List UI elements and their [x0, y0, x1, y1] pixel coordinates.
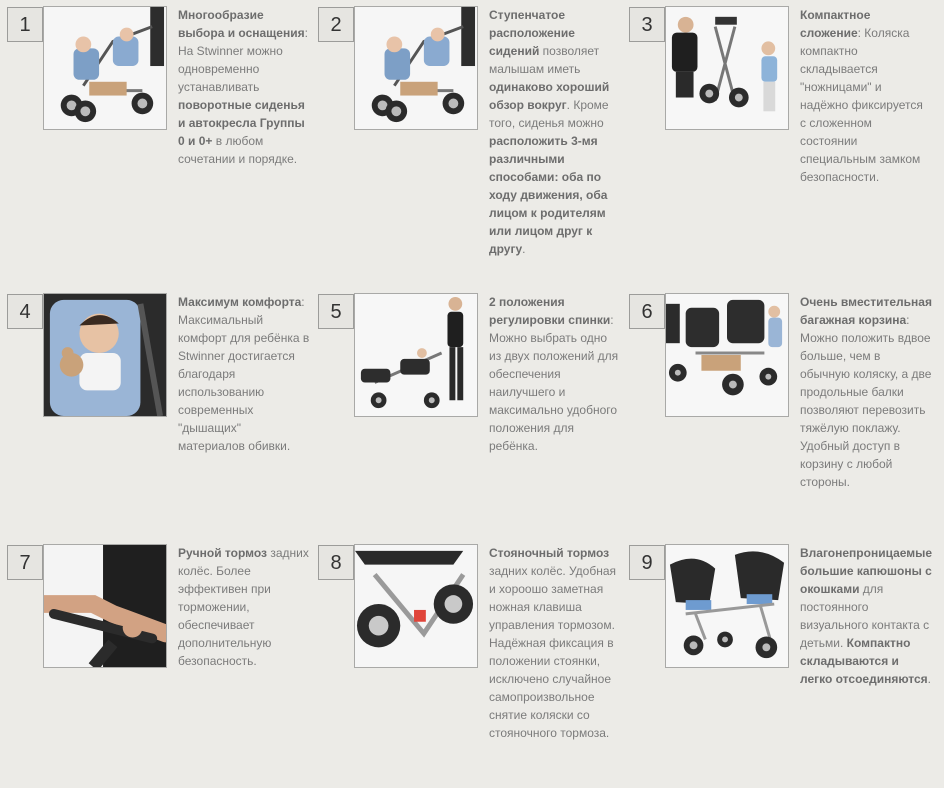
description-text: задних колёс. Удобная и хороошо заметная…	[489, 564, 617, 740]
stroller-hoods-image	[665, 544, 789, 668]
feature-number: 1	[7, 7, 43, 42]
feature-1: 1 Многообразие выбора и оснащения: На St…	[0, 0, 311, 250]
stroller-basket-image	[665, 293, 789, 417]
description-bold-text: Максимум комфорта	[178, 295, 302, 309]
description-text: .	[927, 672, 932, 686]
feature-description: Влагонепроницаемые большие капюшоны с ок…	[800, 544, 932, 688]
feature-description: Максимум комфорта: Максимальный комфорт …	[178, 293, 310, 455]
description-bold-text: Ручной тормоз	[178, 546, 268, 560]
features-grid: 1 Многообразие выбора и оснащения: На St…	[0, 0, 944, 768]
feature-description: Компактное сложение: Коляска компактно с…	[800, 6, 932, 186]
feature-number: 5	[318, 294, 354, 329]
description-text: : Максимальный комфорт для ребёнка в Stw…	[178, 295, 310, 453]
feature-6: 6 Очень вместительная багажная корзина: …	[622, 287, 933, 537]
feature-description: Многообразие выбора и оснащения: На Stwi…	[178, 6, 310, 168]
feature-7: 7 Ручной тормоз задних колёс. Более эффе…	[0, 538, 311, 788]
description-text: : Можно положить вдвое больше, чем в обы…	[800, 313, 932, 489]
feature-number: 2	[318, 7, 354, 42]
description-text: : Коляска компактно складывается "ножниц…	[800, 26, 923, 184]
feature-description: Очень вместительная багажная корзина: Мо…	[800, 293, 932, 491]
parking-brake-image	[354, 544, 478, 668]
feature-8: 8 Стояночный тормоз задних колёс. Удобна…	[311, 538, 622, 788]
description-bold-text: Многообразие выбора и оснащения	[178, 8, 305, 40]
feature-description: Ручной тормоз задних колёс. Более эффект…	[178, 544, 310, 670]
feature-description: Ступенчатое расположение сидений позволя…	[489, 6, 621, 258]
folded-stroller-image	[665, 6, 789, 130]
feature-number: 8	[318, 545, 354, 580]
description-bold-text: Очень вместительная багажная корзина	[800, 295, 932, 327]
feature-5: 5 2 положения регулировки спинки: Можно …	[311, 287, 622, 537]
baby-in-seat-image	[43, 293, 167, 417]
feature-number: 3	[629, 7, 665, 42]
stroller-recline-image	[354, 293, 478, 417]
feature-number: 7	[7, 545, 43, 580]
stroller-staggered-seats-image	[354, 6, 478, 130]
feature-description: 2 положения регулировки спинки: Можно вы…	[489, 293, 621, 455]
feature-number: 9	[629, 545, 665, 580]
description-text: : Можно выбрать одно из двух положений д…	[489, 313, 619, 453]
description-bold-text: Стояночный тормоз	[489, 546, 610, 560]
description-text: задних колёс. Более эффективен при тормо…	[178, 546, 309, 668]
feature-2: 2 Ступенчатое расположение сидений позво…	[311, 0, 622, 256]
feature-9: 9 Влагонепроницаемые большие капюшоны с …	[622, 538, 933, 788]
hand-brake-image	[43, 544, 167, 668]
stroller-two-children-image	[43, 6, 167, 130]
feature-number: 4	[7, 294, 43, 329]
description-bold-text: расположить 3-мя различными способами: о…	[489, 134, 608, 256]
feature-4: 4 Максимум комфорта: Максимальный комфор…	[0, 287, 311, 537]
feature-3: 3 Компактное сложение: Коляска компактно…	[622, 0, 933, 250]
description-bold-text: 2 положения регулировки спинки	[489, 295, 611, 327]
feature-number: 6	[629, 294, 665, 329]
description-text: .	[522, 242, 526, 256]
feature-description: Стояночный тормоз задних колёс. Удобная …	[489, 544, 621, 742]
